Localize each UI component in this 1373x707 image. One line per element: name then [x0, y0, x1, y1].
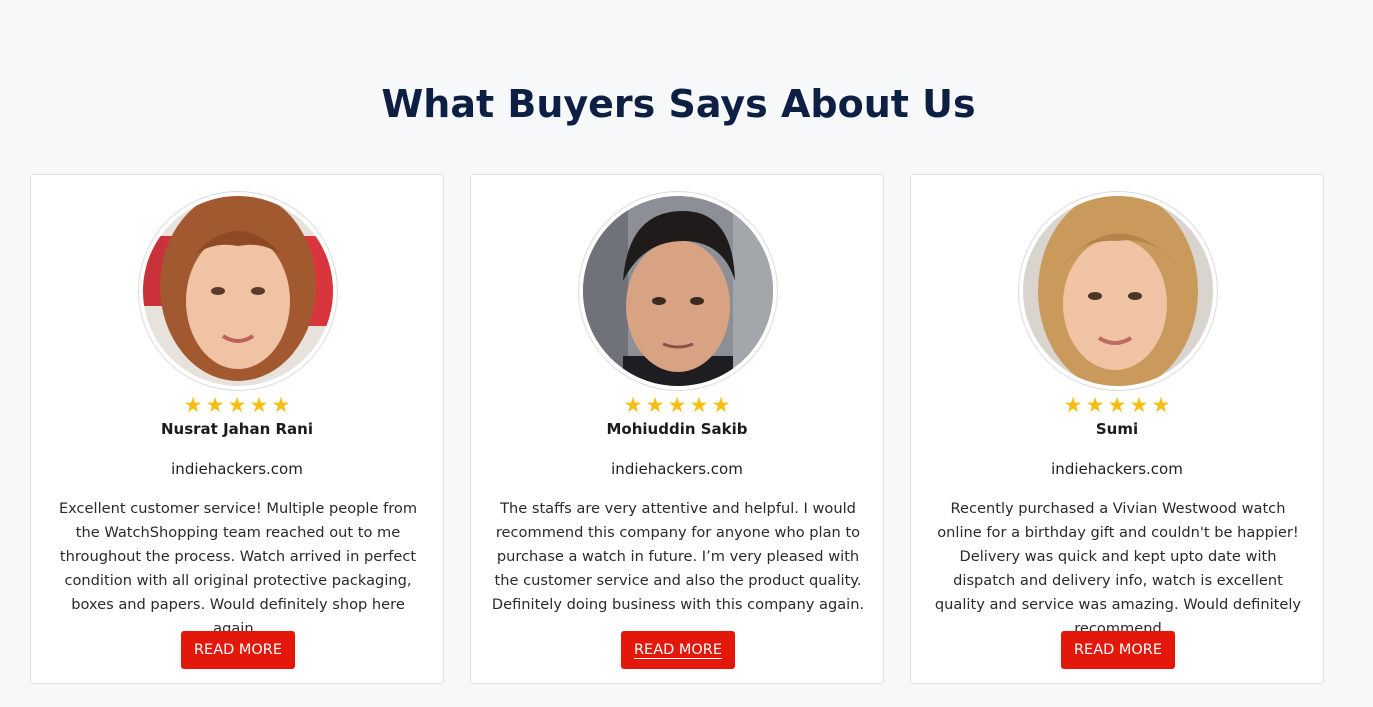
- review-text: The staffs are very attentive and helpfu…: [491, 500, 865, 613]
- testimonials-section: What Buyers Says About Us ★ ★ ★ ★ ★ Nusr…: [0, 0, 1373, 707]
- avatar: [138, 191, 338, 391]
- reviewer-name: Sumi: [1095, 420, 1139, 438]
- read-more-label: READ MORE: [1073, 642, 1163, 658]
- section-title: What Buyers Says About Us: [381, 82, 976, 126]
- read-more-label: READ MORE: [193, 642, 283, 658]
- avatar: [578, 191, 778, 391]
- reviewer-site: indiehackers.com: [171, 460, 303, 478]
- avatar-image-woman-blonde: [1023, 196, 1213, 386]
- review-text: Excellent customer service! Multiple peo…: [58, 500, 418, 637]
- star-icon: ★: [249, 393, 269, 417]
- star-icon: ★: [1151, 393, 1171, 417]
- star-icon: ★: [623, 393, 643, 417]
- rating-stars: ★ ★ ★ ★ ★: [911, 394, 1323, 416]
- star-icon: ★: [183, 393, 203, 417]
- testimonial-card: ★ ★ ★ ★ ★ Sumi indiehackers.com Recently pur…: [910, 174, 1324, 684]
- star-icon: ★: [271, 393, 291, 417]
- star-icon: ★: [1129, 393, 1149, 417]
- star-icon: ★: [205, 393, 225, 417]
- reviewer-site: indiehackers.com: [611, 460, 743, 478]
- star-icon: ★: [711, 393, 731, 417]
- star-icon: ★: [1063, 393, 1083, 417]
- read-more-button[interactable]: READ MORE: [1061, 631, 1175, 669]
- star-icon: ★: [689, 393, 709, 417]
- read-more-label: READ MORE: [633, 642, 723, 658]
- star-icon: ★: [227, 393, 247, 417]
- testimonial-card: ★ ★ ★ ★ ★ Nusrat Jahan Rani indiehackers.com…: [30, 174, 444, 684]
- reviewer-name: Mohiuddin Sakib: [606, 420, 748, 438]
- read-more-button[interactable]: READ MORE: [621, 631, 735, 669]
- star-icon: ★: [1085, 393, 1105, 417]
- read-more-button[interactable]: READ MORE: [181, 631, 295, 669]
- star-icon: ★: [645, 393, 665, 417]
- reviewer-name: Nusrat Jahan Rani: [161, 420, 313, 438]
- rating-stars: ★ ★ ★ ★ ★: [471, 394, 883, 416]
- avatar: [1018, 191, 1218, 391]
- star-icon: ★: [667, 393, 687, 417]
- star-icon: ★: [1107, 393, 1127, 417]
- review-text: Recently purchased a Vivian Westwood wat…: [934, 500, 1302, 637]
- rating-stars: ★ ★ ★ ★ ★: [31, 394, 443, 416]
- reviewer-site: indiehackers.com: [1051, 460, 1183, 478]
- avatar-image-woman-auburn: [143, 196, 333, 386]
- avatar-image-man: [583, 196, 773, 386]
- testimonial-card: ★ ★ ★ ★ ★ Mohiuddin Sakib indiehackers.com T…: [470, 174, 884, 684]
